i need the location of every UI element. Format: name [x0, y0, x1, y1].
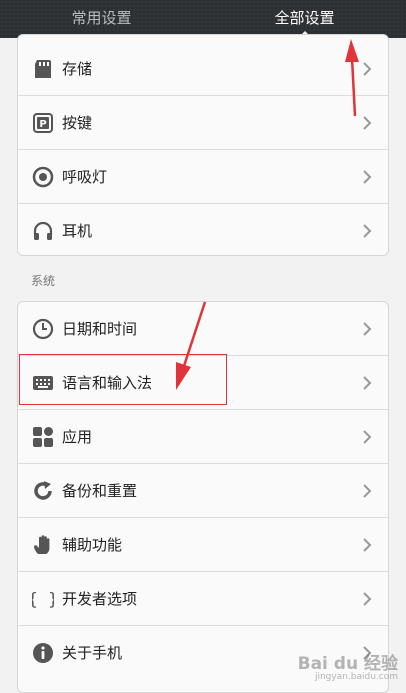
svg-text:P: P [39, 119, 46, 130]
baidu-jingyan-watermark: Bai du 经验 jingyan.baidu.com [298, 649, 398, 682]
braces-icon: { } [32, 590, 54, 610]
notification-light-icon [32, 166, 54, 188]
keyboard-icon [33, 376, 53, 390]
settings-item-label: 呼吸灯 [62, 168, 108, 186]
settings-item-buttons[interactable]: P 按键 [18, 96, 388, 150]
settings-item-label: 备份和重置 [62, 482, 138, 500]
chevron-right-icon [363, 592, 372, 606]
backup-reset-icon [34, 481, 52, 500]
chevron-right-icon [363, 322, 372, 336]
settings-item-label: 关于手机 [62, 644, 123, 662]
chevron-right-icon [363, 538, 372, 552]
settings-item-label: 日期和时间 [62, 320, 138, 338]
settings-item-label: 应用 [62, 428, 93, 446]
chevron-right-icon [363, 376, 372, 390]
settings-group-device: 存储 P 按键 呼吸灯 耳机 [17, 34, 389, 256]
settings-item-label: 耳机 [62, 222, 93, 240]
key-button-icon: P [33, 113, 53, 133]
settings-item-storage[interactable]: 存储 [18, 42, 388, 96]
chevron-right-icon [363, 170, 372, 184]
section-header-system: 系统 [31, 274, 56, 288]
tab-bar: 常用设置 全部设置 [0, 0, 406, 38]
chevron-right-icon [363, 116, 372, 130]
chevron-right-icon [363, 484, 372, 498]
hand-icon [34, 535, 50, 554]
chevron-right-icon [363, 62, 372, 76]
settings-item-backup-reset[interactable]: 备份和重置 [18, 464, 388, 518]
settings-item-label: 语言和输入法 [62, 374, 153, 392]
info-icon [33, 643, 53, 663]
apps-icon [33, 427, 53, 447]
settings-item-language-input[interactable]: 语言和输入法 [18, 356, 388, 410]
settings-item-label: 辅助功能 [62, 536, 123, 554]
settings-item-label: 开发者选项 [62, 590, 138, 608]
settings-item-headphones[interactable]: 耳机 [18, 204, 388, 255]
settings-group-system: 日期和时间 语言和输入法 应用 备份和重置 辅助功能 开发者选项 关于手机 [17, 301, 389, 693]
settings-item-developer-options[interactable]: { } 开发者选项 [18, 572, 388, 626]
clock-icon [32, 318, 54, 340]
settings-item-label: 存储 [62, 60, 93, 78]
svg-text:{ }: { } [32, 590, 54, 610]
tab-common-settings[interactable]: 常用设置 [0, 0, 203, 38]
chevron-right-icon [363, 224, 372, 238]
settings-item-date-time[interactable]: 日期和时间 [18, 302, 388, 356]
settings-item-notification-light[interactable]: 呼吸灯 [18, 150, 388, 204]
chevron-right-icon [363, 430, 372, 444]
settings-item-accessibility[interactable]: 辅助功能 [18, 518, 388, 572]
settings-item-apps[interactable]: 应用 [18, 410, 388, 464]
watermark-brand: Bai du 经验 [297, 654, 398, 674]
sd-card-icon [35, 60, 51, 78]
settings-item-label: 按键 [62, 114, 93, 132]
headphones-icon [33, 221, 53, 240]
